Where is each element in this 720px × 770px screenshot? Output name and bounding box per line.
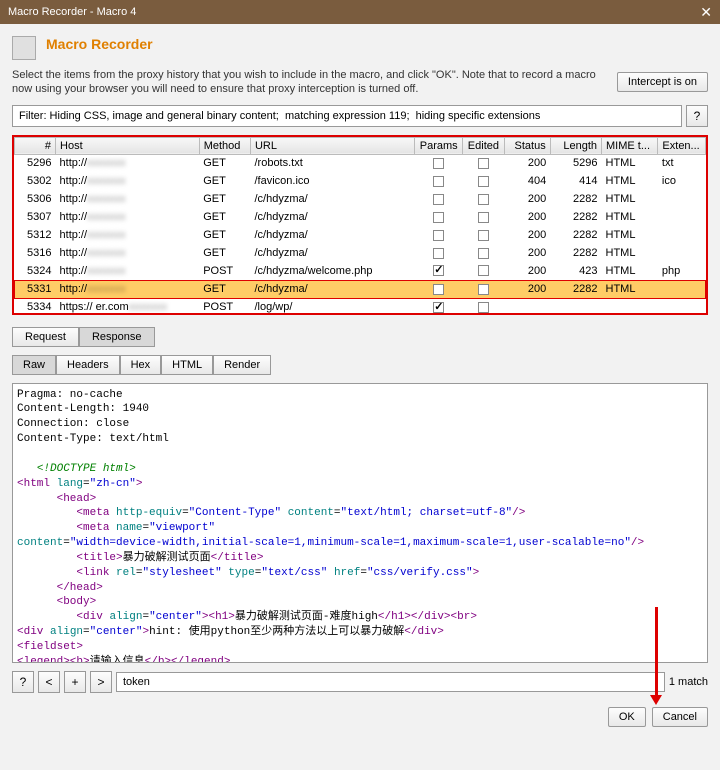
history-table: # Host Method URL Params Edited Status L…	[12, 135, 708, 315]
search-help-button[interactable]: ?	[12, 671, 34, 693]
subtab-hex[interactable]: Hex	[120, 355, 162, 375]
col-status[interactable]: Status	[504, 137, 550, 154]
search-input[interactable]	[116, 672, 665, 692]
col-params[interactable]: Params	[415, 137, 463, 154]
search-next-button[interactable]: >	[90, 671, 112, 693]
tab-response[interactable]: Response	[79, 327, 155, 347]
match-count: 1 match	[669, 676, 708, 688]
table-row[interactable]: 5324http://xxxxxxxPOST/c/hdyzma/welcome.…	[15, 262, 706, 280]
col-num[interactable]: #	[15, 137, 56, 154]
col-url[interactable]: URL	[250, 137, 414, 154]
subtab-html[interactable]: HTML	[161, 355, 213, 375]
annotation-arrow	[655, 607, 658, 697]
subtab-headers[interactable]: Headers	[56, 355, 120, 375]
col-length[interactable]: Length	[550, 137, 601, 154]
table-header-row: # Host Method URL Params Edited Status L…	[15, 137, 706, 154]
search-add-button[interactable]: +	[64, 671, 86, 693]
col-host[interactable]: Host	[56, 137, 200, 154]
search-prev-button[interactable]: <	[38, 671, 60, 693]
filter-help-button[interactable]: ?	[686, 105, 708, 127]
table-row[interactable]: 5312http://xxxxxxxGET/c/hdyzma/2002282HT…	[15, 226, 706, 244]
table-row[interactable]: 5334https:// er.comxxxxxxxPOST/log/wp/	[15, 298, 706, 315]
tab-request[interactable]: Request	[12, 327, 79, 347]
intercept-button[interactable]: Intercept is on	[617, 72, 708, 92]
app-icon	[12, 36, 36, 60]
table-row[interactable]: 5296http://xxxxxxxGET/robots.txt2005296H…	[15, 154, 706, 172]
window-title: Macro Recorder - Macro 4	[8, 6, 136, 18]
table-row[interactable]: 5302http://xxxxxxxGET/favicon.ico404414H…	[15, 172, 706, 190]
table-row[interactable]: 5306http://xxxxxxxGET/c/hdyzma/2002282HT…	[15, 190, 706, 208]
close-icon[interactable]: ✕	[700, 4, 712, 21]
col-edited[interactable]: Edited	[463, 137, 504, 154]
response-body-view[interactable]: Pragma: no-cache Content-Length: 1940 Co…	[12, 383, 708, 663]
page-title: Macro Recorder	[46, 36, 153, 52]
col-mime[interactable]: MIME t...	[602, 137, 658, 154]
subtab-raw[interactable]: Raw	[12, 355, 56, 375]
col-ext[interactable]: Exten...	[658, 137, 706, 154]
table-row[interactable]: 5307http://xxxxxxxGET/c/hdyzma/2002282HT…	[15, 208, 706, 226]
col-method[interactable]: Method	[199, 137, 250, 154]
table-row[interactable]: 5316http://xxxxxxxGET/c/hdyzma/2002282HT…	[15, 244, 706, 262]
cancel-button[interactable]: Cancel	[652, 707, 708, 727]
table-row[interactable]: 5331http://xxxxxxxGET/c/hdyzma/2002282HT…	[15, 280, 706, 298]
description-text: Select the items from the proxy history …	[12, 68, 607, 97]
filter-input[interactable]	[12, 105, 682, 127]
ok-button[interactable]: OK	[608, 707, 646, 727]
titlebar: Macro Recorder - Macro 4 ✕	[0, 0, 720, 24]
subtab-render[interactable]: Render	[213, 355, 271, 375]
